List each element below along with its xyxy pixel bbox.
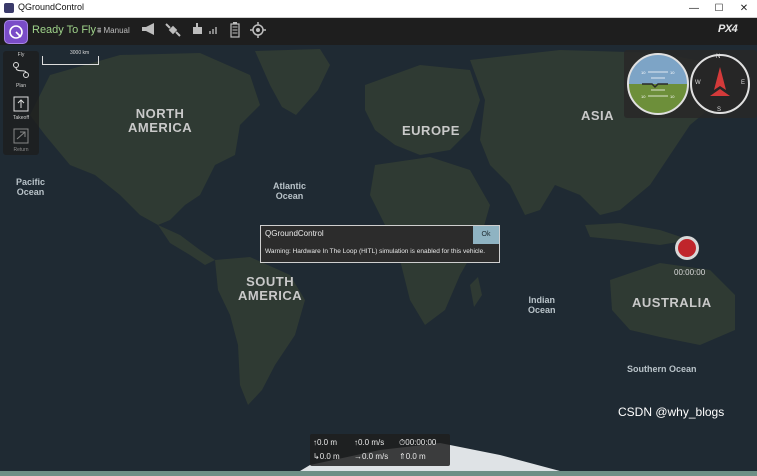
bottom-edge [0, 471, 757, 476]
label-southern-ocean: Southern Ocean [627, 364, 697, 374]
vehicle-status[interactable]: Ready To Fly [32, 24, 96, 36]
label-north-america: NORTH AMERICA [128, 106, 193, 135]
messages-megaphone-icon[interactable] [141, 22, 159, 40]
window-titlebar: QGroundControl — ☐ ✕ [0, 0, 757, 18]
compass-n: N [716, 54, 721, 60]
dialog-message: Warning: Hardware In The Loop (HITL) sim… [265, 248, 486, 255]
return-home-icon [13, 128, 29, 144]
record-time: 00:00:00 [674, 268, 706, 277]
minimize-button[interactable]: — [682, 0, 706, 17]
label-atlantic-ocean: Atlantic Ocean [273, 181, 307, 201]
hitl-warning-dialog: QGroundControl Ok Warning: Hardware In T… [260, 225, 500, 263]
takeoff-tool-label: Takeoff [12, 115, 30, 121]
plan-tool-button[interactable] [10, 61, 32, 79]
window-title: QGroundControl [18, 2, 85, 12]
pitch-tick-4: 10 [670, 94, 675, 99]
telemetry-panel: ↑0.0 m ↑0.0 m/s ⏱00:00:00 ↳0.0 m →0.0 m/… [310, 434, 450, 466]
home-distance-value: ⇑0.0 m [399, 452, 426, 461]
pitch-tick-2: 10 [670, 70, 675, 75]
record-button[interactable] [675, 236, 699, 260]
map-scale-bar [42, 56, 99, 65]
main-toolbar: Ready To Fly ⩩ Manual PX4 [0, 18, 757, 45]
takeoff-icon [13, 96, 29, 112]
label-asia: ASIA [581, 108, 615, 123]
flight-time-value: ⏱00:00:00 [399, 438, 437, 447]
gps-satellite-icon[interactable] [164, 22, 182, 40]
label-europe: EUROPE [402, 123, 460, 138]
csdn-watermark: CSDN @why_blogs [618, 405, 725, 419]
label-pacific-ocean: Pacific Ocean [16, 177, 46, 197]
px4-brand-logo: PX4 [718, 23, 738, 35]
label-south-america: SOUTH AMERICA [238, 274, 303, 303]
qgc-logo-icon[interactable] [4, 20, 28, 44]
plan-route-icon [13, 62, 29, 78]
instrument-panel: N W E S 10 10 10 10 [624, 50, 757, 118]
battery-icon[interactable] [230, 22, 240, 40]
pitch-tick-1: 10 [641, 70, 646, 75]
horizontal-speed-value: →0.0 m/s [354, 452, 389, 461]
label-australia: AUSTRALIA [632, 295, 712, 310]
flight-mode-label: Manual [103, 26, 130, 35]
label-indian-ocean: Indian Ocean [528, 295, 556, 315]
altitude-value: ↑0.0 m [313, 438, 338, 447]
compass-w: W [695, 80, 701, 86]
maximize-button[interactable]: ☐ [707, 0, 731, 17]
attitude-indicator [628, 54, 688, 114]
return-tool-label: Return [13, 147, 29, 153]
return-tool-button[interactable] [10, 127, 32, 145]
close-button[interactable]: ✕ [732, 0, 756, 17]
distance-value: ↳0.0 m [313, 452, 340, 461]
app-icon [4, 3, 14, 13]
dialog-title: QGroundControl [265, 229, 324, 238]
takeoff-tool-button[interactable] [10, 95, 32, 113]
dialog-ok-button[interactable]: Ok [473, 226, 499, 244]
fly-tool-label: Fly [17, 52, 25, 58]
vertical-speed-value: ↑0.0 m/s [354, 438, 385, 447]
compass-e: E [741, 80, 746, 86]
pitch-tick-3: 10 [641, 94, 646, 99]
compass-s: S [717, 107, 722, 113]
map-toolstrip: Fly Plan Takeoff Return [3, 51, 39, 155]
map-view[interactable]: NORTH AMERICA EUROPE ASIA SOUTH AMERICA … [0, 45, 757, 471]
flight-mode-selector[interactable]: ⩩ Manual [97, 22, 130, 40]
instrument-graphics [627, 53, 750, 115]
rc-signal-icon[interactable] [191, 22, 221, 40]
plan-tool-label: Plan [15, 83, 26, 89]
flight-mode-icon: ⩩ [97, 26, 102, 35]
record-icon [678, 239, 696, 257]
gimbal-target-icon[interactable] [250, 22, 266, 40]
